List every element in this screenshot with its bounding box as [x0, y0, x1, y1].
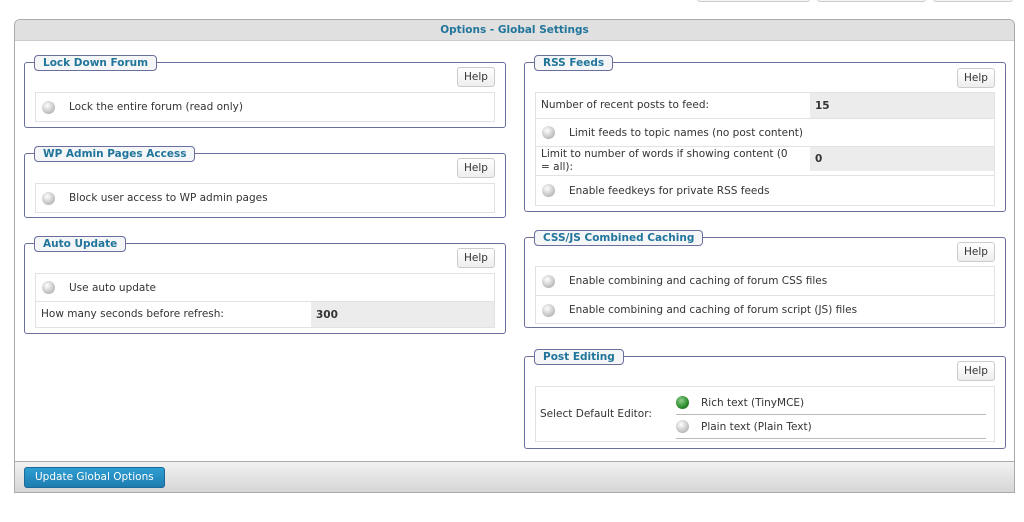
top-button-3[interactable] [933, 0, 1013, 2]
radio-icon[interactable] [542, 126, 555, 139]
help-button[interactable]: Help [957, 242, 995, 262]
help-button[interactable]: Help [957, 361, 995, 381]
editor-label: Select Default Editor: [540, 408, 652, 420]
post-editing-fieldset: Post Editing Help Select Default Editor:… [524, 349, 1006, 449]
autoupdate-legend: Auto Update [34, 236, 127, 252]
panel-footer: Update Global Options [15, 461, 1014, 492]
editor-option-rich[interactable]: Rich text (TinyMCE) [676, 391, 986, 415]
radio-icon[interactable] [542, 274, 555, 288]
help-button[interactable]: Help [457, 67, 495, 87]
feedkeys-option[interactable]: Enable feedkeys for private RSS feeds [536, 176, 994, 205]
top-button-1[interactable] [697, 0, 810, 2]
option-label: Enable combining and caching of forum sc… [569, 304, 858, 316]
words-label: Limit to number of words if showing cont… [541, 148, 788, 173]
js-option[interactable]: Enable combining and caching of forum sc… [536, 296, 994, 324]
option-label: Rich text (TinyMCE) [701, 396, 805, 409]
caching-fieldset: CSS/JS Combined Caching Help Enable comb… [524, 230, 1006, 328]
refresh-input[interactable]: 300 [311, 302, 494, 327]
help-button[interactable]: Help [957, 68, 995, 88]
radio-selected-icon[interactable] [676, 396, 689, 409]
help-button[interactable]: Help [457, 248, 495, 268]
help-button[interactable]: Help [457, 158, 495, 178]
css-option[interactable]: Enable combining and caching of forum CS… [536, 267, 994, 296]
radio-icon[interactable] [42, 191, 55, 205]
radio-icon[interactable] [42, 281, 55, 294]
option-label: Use auto update [69, 281, 156, 294]
radio-icon[interactable] [542, 184, 555, 197]
post-editing-legend: Post Editing [534, 349, 624, 365]
rss-fieldset: RSS Feeds Help Number of recent posts to… [524, 55, 1006, 212]
panel-title: Options - Global Settings [15, 20, 1014, 41]
option-label: Limit feeds to topic names (no post cont… [569, 126, 803, 139]
radio-icon[interactable] [542, 303, 555, 317]
lockdown-option[interactable]: Lock the entire forum (read only) [36, 93, 494, 121]
radio-icon[interactable] [676, 420, 689, 433]
option-label: Enable combining and caching of forum CS… [569, 275, 828, 287]
option-label: Block user access to WP admin pages [69, 192, 268, 204]
words-input[interactable]: 0 [810, 147, 994, 171]
posts-input[interactable]: 15 [810, 93, 994, 118]
caching-legend: CSS/JS Combined Caching [534, 230, 704, 246]
wpadmin-fieldset: WP Admin Pages Access Help Block user ac… [24, 146, 506, 218]
wpadmin-option[interactable]: Block user access to WP admin pages [36, 184, 494, 212]
lockdown-legend: Lock Down Forum [34, 55, 158, 71]
option-label: Plain text (Plain Text) [701, 420, 812, 433]
editor-option-plain[interactable]: Plain text (Plain Text) [676, 415, 986, 439]
top-button-2[interactable] [817, 0, 926, 2]
autoupdate-option[interactable]: Use auto update [36, 274, 494, 302]
limit-topic-option[interactable]: Limit feeds to topic names (no post cont… [536, 119, 994, 147]
option-label: Enable feedkeys for private RSS feeds [569, 184, 770, 197]
wpadmin-legend: WP Admin Pages Access [34, 146, 196, 162]
radio-icon[interactable] [42, 100, 55, 114]
update-global-options-button[interactable]: Update Global Options [24, 467, 165, 488]
rss-legend: RSS Feeds [534, 55, 614, 71]
autoupdate-fieldset: Auto Update Help Use auto update How man… [24, 236, 506, 334]
lockdown-fieldset: Lock Down Forum Help Lock the entire for… [24, 55, 506, 128]
option-label: Lock the entire forum (read only) [69, 101, 243, 113]
